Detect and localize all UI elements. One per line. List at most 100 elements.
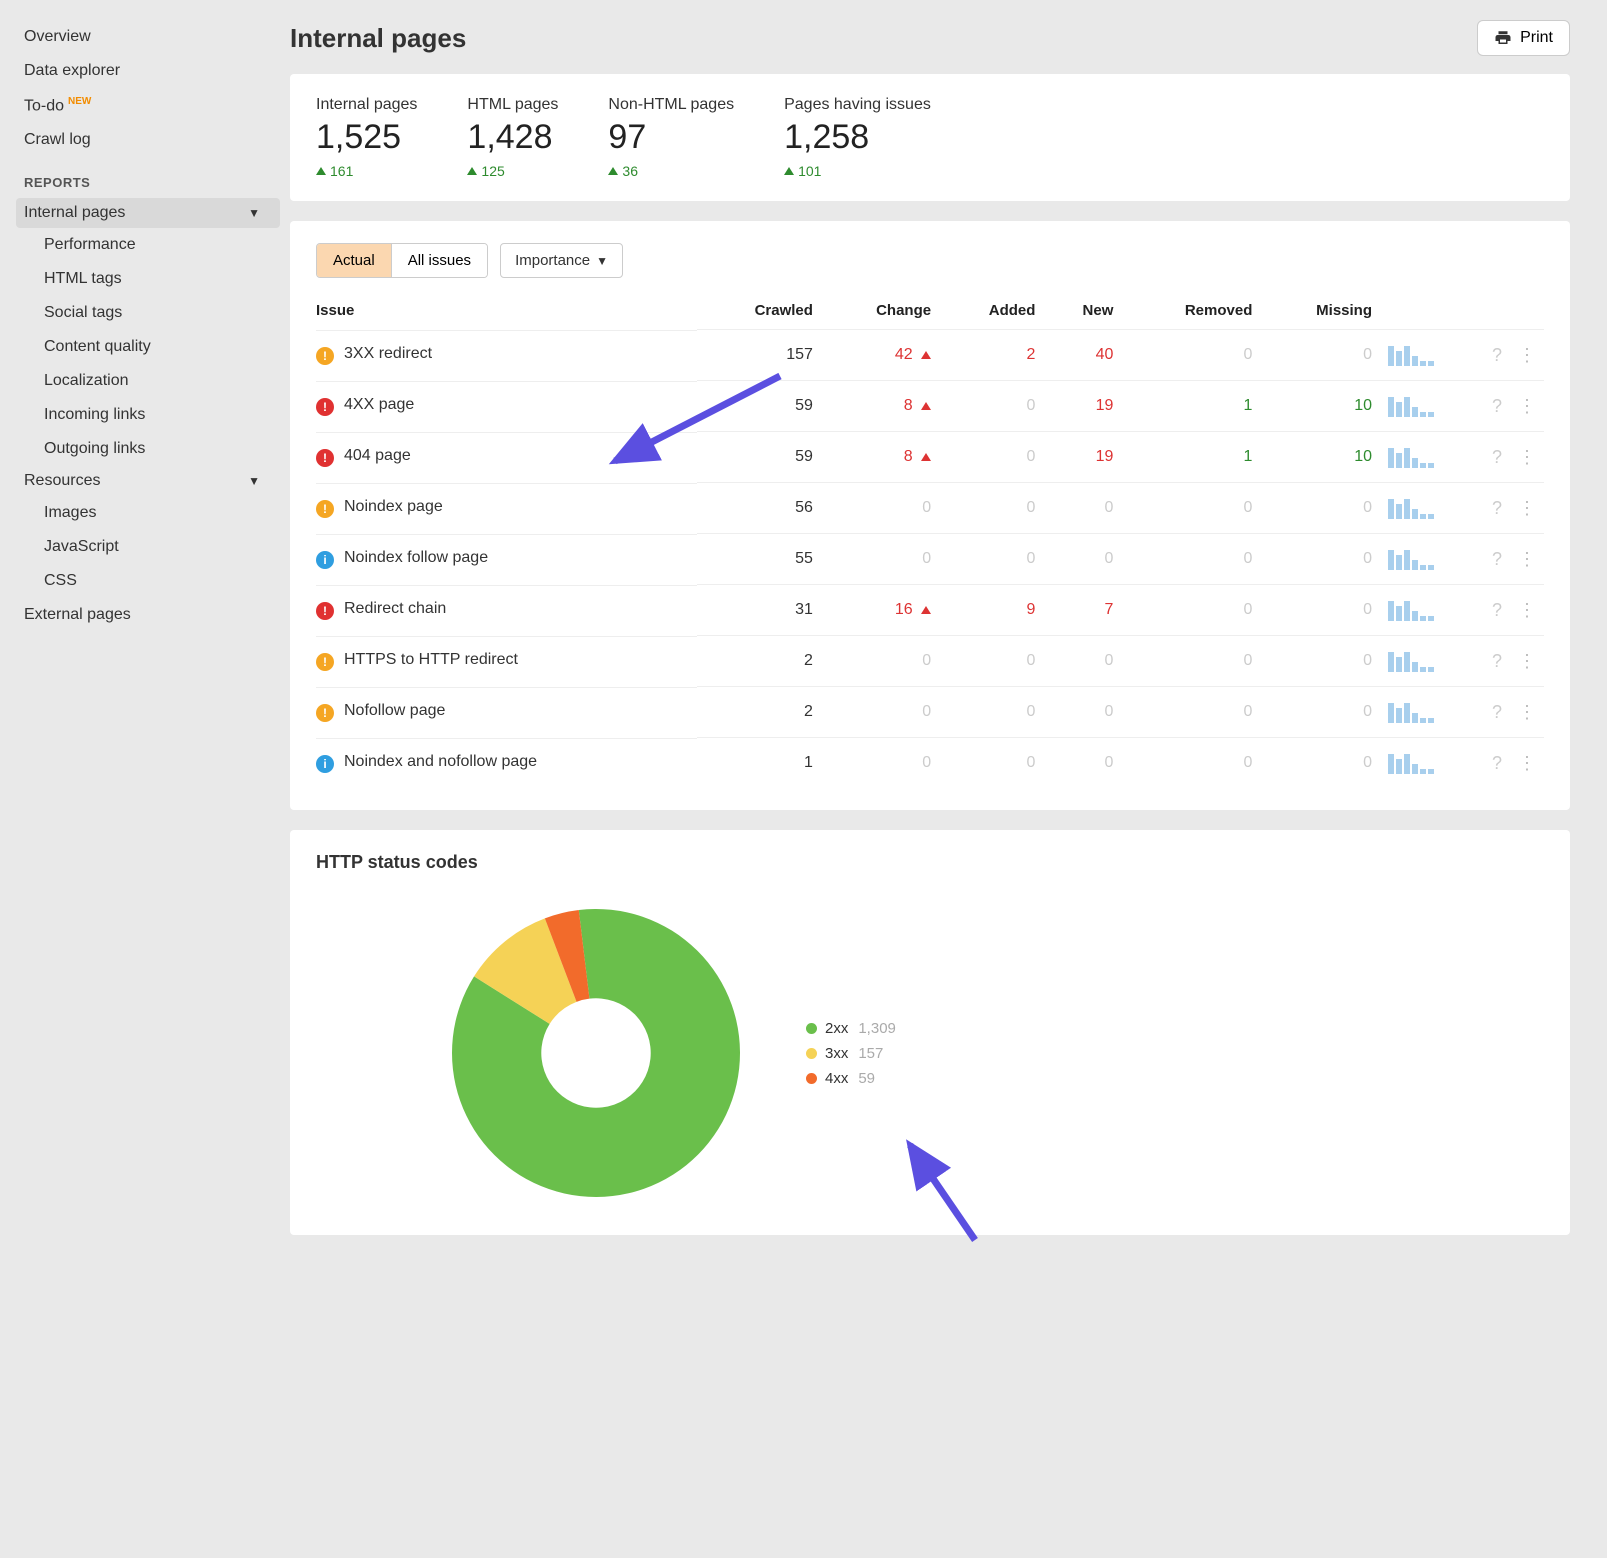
help-icon[interactable]: ? [1492,549,1502,569]
cell-change: 0 [821,738,939,789]
table-row[interactable]: !404 page 59 8 0 19 1 10 ? ⋮ [316,432,1544,483]
more-icon[interactable]: ⋮ [1518,447,1536,467]
cell-missing: 10 [1260,381,1380,432]
cell-change: 0 [821,534,939,585]
cell-missing: 0 [1260,585,1380,636]
legend-item[interactable]: 2xx 1,309 [806,1016,896,1041]
cell-new: 0 [1043,483,1121,534]
print-button[interactable]: Print [1477,20,1570,56]
nav-resources[interactable]: Resources ▼ [16,466,280,496]
kpi-value: 1,525 [316,118,417,157]
legend-item[interactable]: 4xx 59 [806,1066,896,1091]
nav-internal-pages[interactable]: Internal pages ▼ [16,198,280,228]
table-row[interactable]: !Nofollow page 2 0 0 0 0 0 ? ⋮ [316,687,1544,738]
nav-html-tags[interactable]: HTML tags [16,262,280,296]
more-icon[interactable]: ⋮ [1518,702,1536,722]
info-icon: i [316,551,334,569]
help-icon[interactable]: ? [1492,447,1502,467]
help-icon[interactable]: ? [1492,600,1502,620]
more-icon[interactable]: ⋮ [1518,651,1536,671]
help-icon[interactable]: ? [1492,396,1502,416]
cell-missing: 10 [1260,432,1380,483]
chevron-down-icon: ▼ [248,474,260,488]
cell-change: 42 [821,330,939,381]
print-icon [1494,29,1512,47]
warn-icon: ! [316,500,334,518]
nav-images[interactable]: Images [16,496,280,530]
table-row[interactable]: !3XX redirect 157 42 2 40 0 0 ? ⋮ [316,330,1544,381]
cell-missing: 0 [1260,330,1380,381]
nav-localization[interactable]: Localization [16,364,280,398]
issue-name: Noindex and nofollow page [344,753,537,771]
nav-external-pages[interactable]: External pages [16,598,280,632]
legend-dot-icon [806,1023,817,1034]
triangle-up-icon [921,606,931,614]
cell-added: 0 [939,534,1043,585]
cell-new: 0 [1043,738,1121,789]
legend-dot-icon [806,1048,817,1059]
main-content: Internal pages Print Internal pages 1,52… [280,0,1590,1275]
table-row[interactable]: iNoindex and nofollow page 1 0 0 0 0 0 ?… [316,738,1544,789]
nav-data-explorer[interactable]: Data explorer [16,54,280,88]
nav-outgoing-links[interactable]: Outgoing links [16,432,280,466]
table-row[interactable]: !4XX page 59 8 0 19 1 10 ? ⋮ [316,381,1544,432]
cell-crawled: 2 [697,687,821,738]
col-crawled: Crawled [697,292,821,330]
kpi-delta: 101 [784,163,931,179]
cell-removed: 0 [1121,687,1260,738]
cell-missing: 0 [1260,534,1380,585]
more-icon[interactable]: ⋮ [1518,600,1536,620]
cell-crawled: 55 [697,534,821,585]
nav-crawl-log[interactable]: Crawl log [16,123,280,157]
col-issue: Issue [316,292,697,330]
kpi-label: HTML pages [467,96,558,114]
legend-label: 2xx [825,1020,848,1037]
help-icon[interactable]: ? [1492,702,1502,722]
sparkline-icon [1388,548,1452,570]
cell-crawled: 31 [697,585,821,636]
more-icon[interactable]: ⋮ [1518,498,1536,518]
legend-value: 59 [858,1070,875,1087]
help-icon[interactable]: ? [1492,651,1502,671]
sparkline-icon [1388,344,1452,366]
issue-name: 404 page [344,447,411,465]
col-added: Added [939,292,1043,330]
cell-new: 19 [1043,432,1121,483]
chevron-down-icon: ▼ [248,206,260,220]
cell-crawled: 56 [697,483,821,534]
importance-dropdown[interactable]: Importance ▼ [500,243,623,278]
table-row[interactable]: !Noindex page 56 0 0 0 0 0 ? ⋮ [316,483,1544,534]
nav-internal-pages-label: Internal pages [16,198,133,228]
actual-button[interactable]: Actual [317,244,391,277]
all-issues-button[interactable]: All issues [391,244,487,277]
nav-social-tags[interactable]: Social tags [16,296,280,330]
help-icon[interactable]: ? [1492,345,1502,365]
cell-added: 0 [939,687,1043,738]
page-title: Internal pages [290,23,466,54]
table-row[interactable]: !Redirect chain 31 16 9 7 0 0 ? ⋮ [316,585,1544,636]
triangle-up-icon [467,167,477,175]
legend-item[interactable]: 3xx 157 [806,1041,896,1066]
more-icon[interactable]: ⋮ [1518,549,1536,569]
help-icon[interactable]: ? [1492,753,1502,773]
nav-incoming-links[interactable]: Incoming links [16,398,280,432]
more-icon[interactable]: ⋮ [1518,753,1536,773]
nav-javascript[interactable]: JavaScript [16,530,280,564]
nav-css[interactable]: CSS [16,564,280,598]
triangle-up-icon [316,167,326,175]
table-row[interactable]: !HTTPS to HTTP redirect 2 0 0 0 0 0 ? ⋮ [316,636,1544,687]
more-icon[interactable]: ⋮ [1518,345,1536,365]
nav-overview[interactable]: Overview [16,20,280,54]
cell-crawled: 59 [697,381,821,432]
nav-content-quality[interactable]: Content quality [16,330,280,364]
sparkline-icon [1388,650,1452,672]
issue-name: Nofollow page [344,702,445,720]
warn-icon: ! [316,653,334,671]
help-icon[interactable]: ? [1492,498,1502,518]
cell-removed: 0 [1121,636,1260,687]
nav-todo[interactable]: To-doNEW [16,88,280,123]
more-icon[interactable]: ⋮ [1518,396,1536,416]
nav-performance[interactable]: Performance [16,228,280,262]
cell-removed: 0 [1121,738,1260,789]
table-row[interactable]: iNoindex follow page 55 0 0 0 0 0 ? ⋮ [316,534,1544,585]
